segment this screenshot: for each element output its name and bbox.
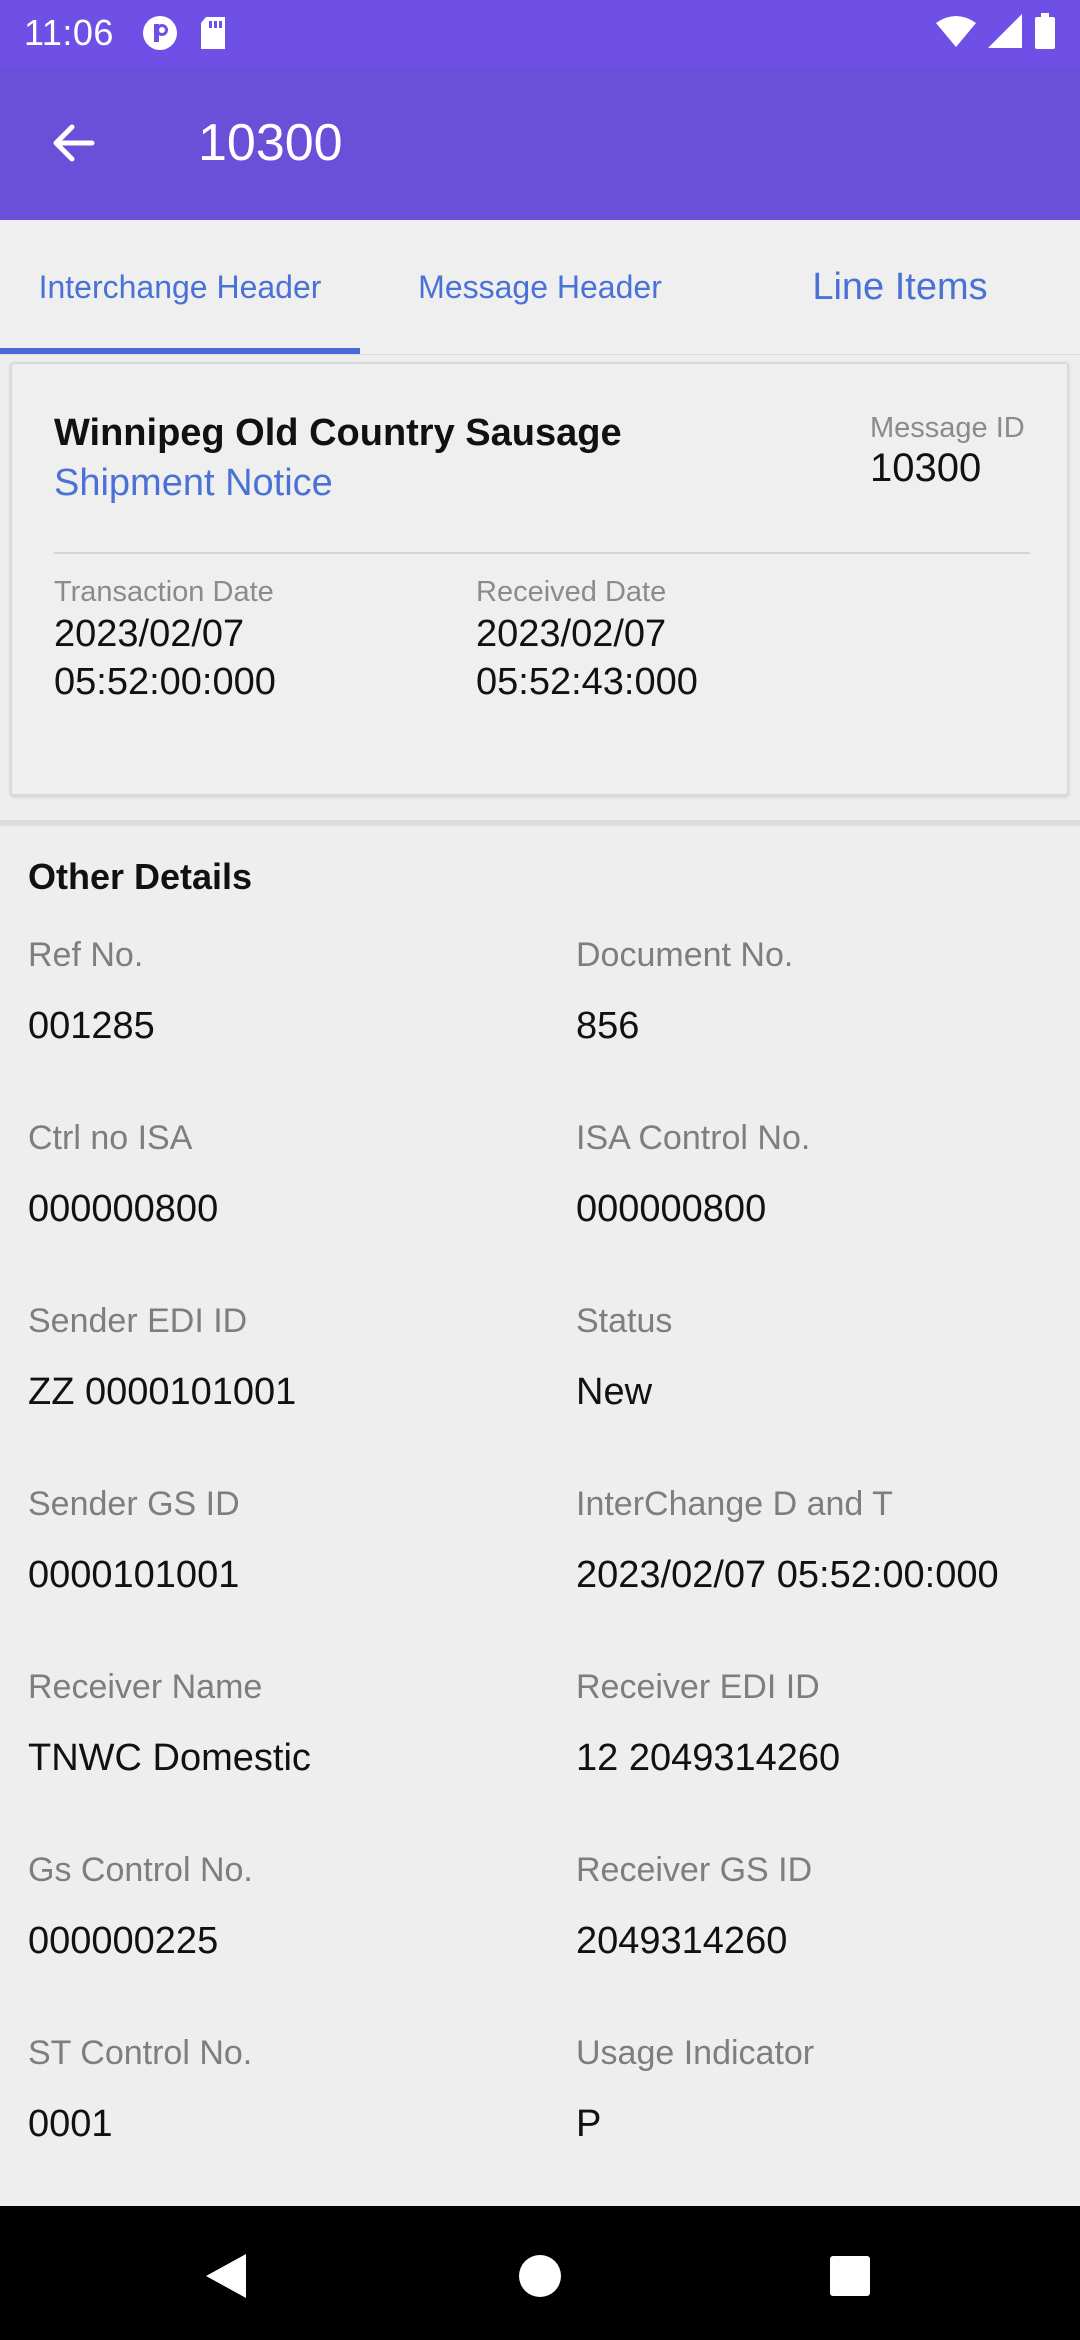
field-value: 000000800 (28, 1188, 219, 1230)
transaction-time: 05:52:00:000 (54, 661, 276, 703)
status-time: 11:06 (24, 12, 114, 53)
detail-field: Ref No. 001285 (28, 936, 155, 1048)
field-value: 000000800 (576, 1188, 767, 1230)
detail-field: Receiver EDI ID 12 2049314260 (576, 1668, 840, 1780)
field-label: Sender GS ID (28, 1485, 240, 1523)
recents-square-icon (830, 2256, 870, 2296)
received-date: 2023/02/07 (476, 613, 667, 655)
document-type: Shipment Notice (54, 462, 333, 504)
field-value: 12 2049314260 (576, 1737, 841, 1779)
tab-divider (0, 354, 1080, 355)
other-details-heading: Other Details (28, 856, 253, 897)
field-value: 2049314260 (576, 1920, 788, 1962)
tab-message-header[interactable]: Message Header (360, 220, 720, 354)
tab-bar: Interchange Header Message Header Line I… (0, 220, 1080, 354)
field-label: Ref No. (28, 936, 144, 974)
field-value: 0000101001 (28, 1554, 240, 1596)
detail-field: ST Control No. 0001 (28, 2034, 252, 2146)
message-id-label: Message ID (870, 412, 1025, 444)
company-name: Winnipeg Old Country Sausage (54, 412, 622, 454)
received-date-value: 2023/02/07 05:52:43:000 (476, 610, 698, 706)
field-value: New (576, 1371, 653, 1413)
message-id-value: 10300 (870, 446, 982, 490)
app-bar: 10300 (0, 66, 1080, 220)
sd-card-icon (198, 16, 228, 50)
detail-field: ISA Control No. 000000800 (576, 1119, 810, 1231)
page-title: 10300 (198, 114, 343, 172)
nav-recents-button[interactable] (820, 2246, 880, 2306)
field-label: Receiver GS ID (576, 1851, 813, 1889)
field-label: Status (576, 1302, 673, 1340)
field-label: Sender EDI ID (28, 1302, 248, 1340)
detail-field: Gs Control No. 000000225 (28, 1851, 253, 1963)
nav-home-button[interactable] (510, 2246, 570, 2306)
detail-field: Ctrl no ISA 000000800 (28, 1119, 218, 1231)
detail-field: Receiver GS ID 2049314260 (576, 1851, 812, 1963)
section-separator (0, 820, 1080, 826)
detail-field: Sender GS ID 0000101001 (28, 1485, 240, 1597)
field-label: Ctrl no ISA (28, 1119, 193, 1157)
battery-icon (1034, 12, 1056, 54)
card-divider (54, 552, 1030, 554)
received-date-label: Received Date (476, 576, 667, 608)
tab-line-items[interactable]: Line Items (720, 220, 1080, 354)
detail-field: Status New (576, 1302, 672, 1414)
field-value: 2023/02/07 05:52:00:000 (576, 1554, 999, 1596)
transaction-date-value: 2023/02/07 05:52:00:000 (54, 610, 276, 706)
nav-back-button[interactable] (196, 2246, 256, 2306)
field-label: Usage Indicator (576, 2034, 815, 2072)
status-bar: 11:06 (0, 0, 1080, 66)
field-label: ST Control No. (28, 2034, 253, 2072)
field-label: Document No. (576, 936, 794, 974)
home-circle-icon (519, 2255, 561, 2297)
field-value: 856 (576, 1005, 640, 1047)
tab-interchange-header[interactable]: Interchange Header (0, 220, 360, 354)
detail-field: Receiver Name TNWC Domestic (28, 1668, 311, 1780)
field-label: Receiver EDI ID (576, 1668, 820, 1706)
transaction-date: 2023/02/07 (54, 613, 245, 655)
wifi-icon (936, 15, 976, 52)
field-label: Gs Control No. (28, 1851, 253, 1889)
back-button[interactable] (46, 115, 102, 171)
detail-field: Sender EDI ID ZZ 0000101001 (28, 1302, 296, 1414)
detail-field: InterChange D and T 2023/02/07 05:52:00:… (576, 1485, 999, 1597)
back-triangle-icon (206, 2254, 246, 2298)
field-value: ZZ 0000101001 (28, 1371, 297, 1413)
field-value: 001285 (28, 1005, 155, 1047)
field-label: Receiver Name (28, 1668, 263, 1706)
transaction-date-label: Transaction Date (54, 576, 274, 608)
field-label: ISA Control No. (576, 1119, 811, 1157)
summary-card: Winnipeg Old Country Sausage Shipment No… (10, 362, 1069, 796)
signal-icon (988, 13, 1022, 53)
system-nav-bar (0, 2206, 1080, 2340)
field-label: InterChange D and T (576, 1485, 893, 1523)
field-value: 0001 (28, 2103, 113, 2145)
field-value: P (576, 2103, 602, 2145)
field-value: 000000225 (28, 1920, 219, 1962)
arrow-left-icon (53, 124, 95, 162)
detail-field: Document No. 856 (576, 936, 793, 1048)
detail-field: Usage Indicator P (576, 2034, 814, 2146)
p-icon (142, 15, 178, 51)
field-value: TNWC Domestic (28, 1737, 311, 1779)
received-time: 05:52:43:000 (476, 661, 698, 703)
